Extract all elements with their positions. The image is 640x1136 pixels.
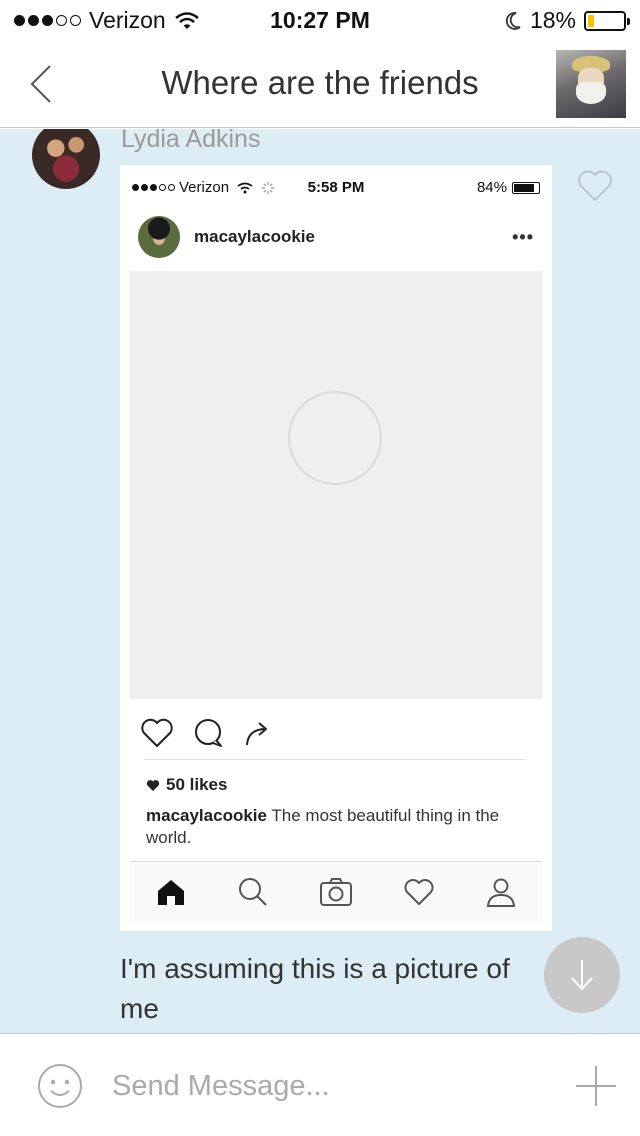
conversation-title: Where are the friends xyxy=(161,64,479,101)
battery-icon xyxy=(512,181,540,194)
chat-area[interactable]: Lydia Adkins Verizon 5:58 PM 84% macayla… xyxy=(0,129,640,1033)
emoji-icon[interactable] xyxy=(36,1062,84,1110)
moon-icon xyxy=(505,11,521,30)
battery-fill xyxy=(588,14,595,27)
post-avatar xyxy=(138,216,180,258)
post-caption: macaylacookie The most beautiful thing i… xyxy=(146,805,522,849)
heart-filled-icon xyxy=(146,779,160,791)
scroll-to-bottom-button[interactable] xyxy=(544,937,620,1013)
sender-name: Lydia Adkins xyxy=(121,129,261,153)
caption-username: macaylacookie xyxy=(146,806,267,825)
post-header: macaylacookie ••• xyxy=(138,215,534,259)
camera-icon xyxy=(320,877,352,906)
plus-icon[interactable] xyxy=(574,1064,618,1108)
message-input[interactable] xyxy=(112,1064,532,1108)
profile-icon xyxy=(486,878,516,907)
message-composer xyxy=(0,1033,640,1136)
sender-avatar[interactable] xyxy=(32,129,100,189)
heart-outline-icon[interactable] xyxy=(576,167,614,205)
embedded-battery-percent: 84% xyxy=(476,179,507,196)
divider xyxy=(144,759,526,760)
nav-bar: Where are the friends xyxy=(0,40,640,128)
post-actions xyxy=(140,713,532,753)
arrow-down-icon xyxy=(571,960,593,991)
status-bar: Verizon 10:27 PM 18% xyxy=(0,0,640,40)
heart-icon xyxy=(141,718,173,747)
message-text: I'm assuming this is a picture of me xyxy=(120,953,510,1024)
group-avatar[interactable] xyxy=(556,50,626,118)
search-icon xyxy=(239,877,267,906)
heart-icon xyxy=(404,878,434,905)
post-username: macaylacookie xyxy=(194,227,315,246)
likes-count: 50 likes xyxy=(146,775,227,795)
battery-percent: 18% xyxy=(529,7,576,33)
likes-text: 50 likes xyxy=(166,775,228,794)
home-icon xyxy=(158,879,184,905)
loading-spinner-icon xyxy=(288,391,382,485)
battery-info: 18% xyxy=(504,7,630,34)
shared-image[interactable]: Verizon 5:58 PM 84% macaylacookie ••• 50… xyxy=(120,165,552,931)
battery-icon xyxy=(584,10,630,31)
share-icon xyxy=(246,722,267,746)
comment-icon xyxy=(195,719,222,747)
more-options-icon: ••• xyxy=(512,226,534,247)
embedded-tab-bar xyxy=(130,861,542,921)
embedded-status-bar: Verizon 5:58 PM 84% xyxy=(132,179,540,199)
post-image-placeholder xyxy=(130,271,542,699)
